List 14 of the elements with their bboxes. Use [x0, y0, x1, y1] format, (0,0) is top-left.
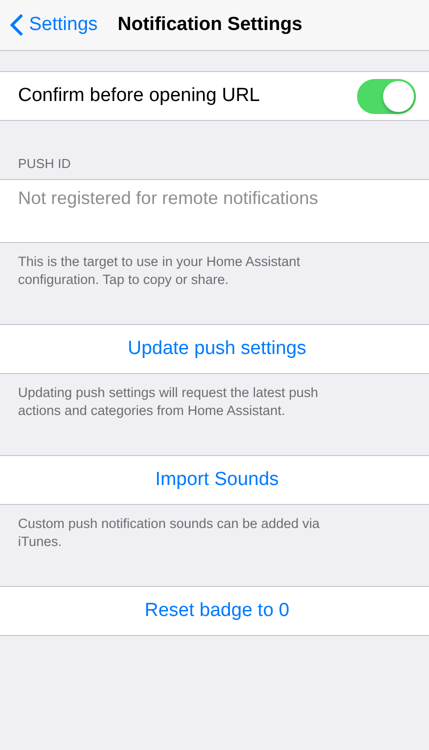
screen-title: Notification Settings: [118, 14, 302, 36]
action-button[interactable]: Update push settings: [0, 324, 429, 374]
chevron-left-icon: [10, 14, 23, 36]
section-footer: This is the target to use in your Home Assistant configuration. Tap to copy or share.: [0, 243, 356, 289]
push-id-value: Not registered for remote notifications: [18, 188, 318, 209]
push-id-row[interactable]: Not registered for remote notifications: [0, 179, 429, 243]
action-button[interactable]: Import Sounds: [0, 455, 429, 505]
section-footer: Updating push settings will request the latest push actions and categories from Home Assistant.: [0, 374, 356, 420]
section-footer: Custom push notification sounds can be added via iTunes.: [0, 505, 356, 551]
row-label: Confirm before opening URL: [18, 85, 260, 107]
section-header: PUSH ID: [17, 156, 72, 173]
toggle-switch[interactable]: [357, 78, 416, 114]
back-button[interactable]: Settings: [0, 14, 98, 36]
action-button[interactable]: Reset badge to 0: [0, 586, 429, 636]
